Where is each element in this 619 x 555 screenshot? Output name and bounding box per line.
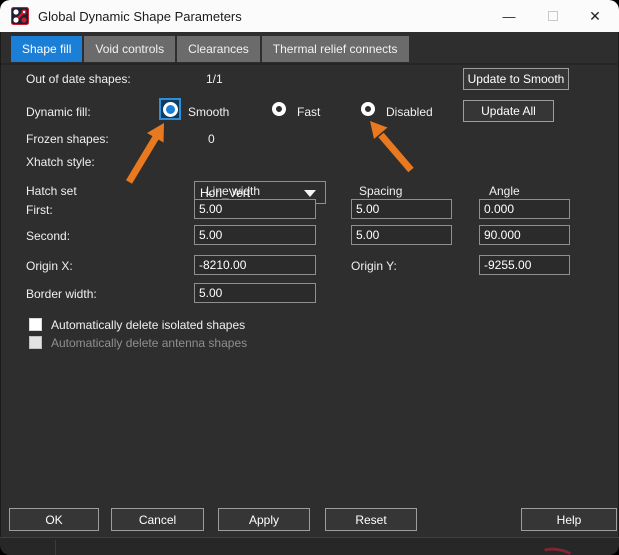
radio-disabled[interactable] (357, 98, 379, 120)
out-of-date-shapes-value: 1/1 (206, 72, 223, 86)
first-row-label: First: (26, 203, 53, 217)
col-header-line-width: Line width (206, 184, 260, 198)
delete-isolated-shapes-label[interactable]: Automatically delete isolated shapes (51, 318, 245, 332)
maximize-button (531, 0, 575, 32)
apply-button[interactable]: Apply (218, 508, 310, 531)
radio-disabled-label[interactable]: Disabled (386, 105, 433, 119)
ok-button[interactable]: OK (9, 508, 99, 531)
update-all-button[interactable]: Update All (463, 100, 554, 122)
first-line-width-input[interactable] (194, 199, 316, 219)
update-to-smooth-button[interactable]: Update to Smooth (463, 68, 569, 90)
origin-y-input[interactable] (479, 255, 570, 275)
second-angle-input[interactable] (479, 225, 570, 245)
radio-smooth-dot (163, 102, 178, 117)
statusbar-divider (55, 540, 56, 555)
radio-fast[interactable] (268, 98, 290, 120)
origin-y-label: Origin Y: (351, 259, 397, 273)
minimize-button[interactable]: — (487, 0, 531, 32)
hatch-set-label: Hatch set (26, 184, 77, 198)
delete-antenna-shapes-checkbox (29, 336, 42, 349)
second-row-label: Second: (26, 229, 70, 243)
first-spacing-input[interactable] (351, 199, 452, 219)
col-header-angle: Angle (489, 184, 520, 198)
border-width-input[interactable] (194, 283, 316, 303)
reset-button[interactable]: Reset (325, 508, 417, 531)
tab-thermal-relief-connects[interactable]: Thermal relief connects (262, 36, 409, 62)
second-spacing-input[interactable] (351, 225, 452, 245)
border-width-label: Border width: (26, 287, 97, 301)
help-button[interactable]: Help (521, 508, 617, 531)
first-angle-input[interactable] (479, 199, 570, 219)
out-of-date-shapes-label: Out of date shapes: (26, 72, 131, 86)
tab-void-controls[interactable]: Void controls (84, 36, 175, 62)
frozen-shapes-value: 0 (208, 132, 215, 146)
tab-clearances[interactable]: Clearances (177, 36, 260, 62)
tab-underline (1, 63, 618, 65)
xhatch-style-label: Xhatch style: (26, 155, 95, 169)
background-red-trace (539, 546, 575, 555)
origin-x-label: Origin X: (26, 259, 73, 273)
app-shape-icon (11, 7, 29, 25)
dynamic-fill-label: Dynamic fill: (26, 105, 91, 119)
window-titlebar: Global Dynamic Shape Parameters — ✕ (0, 0, 619, 32)
radio-smooth[interactable] (159, 98, 181, 120)
radio-smooth-label[interactable]: Smooth (188, 105, 229, 119)
frozen-shapes-label: Frozen shapes: (26, 132, 109, 146)
second-line-width-input[interactable] (194, 225, 316, 245)
delete-antenna-shapes-label: Automatically delete antenna shapes (51, 336, 247, 350)
tab-shape-fill[interactable]: Shape fill (11, 36, 82, 62)
cancel-button[interactable]: Cancel (111, 508, 204, 531)
tab-bar: Shape fill Void controls Clearances Ther… (11, 36, 409, 62)
dialog-body: Shape fill Void controls Clearances Ther… (0, 32, 619, 537)
col-header-spacing: Spacing (359, 184, 402, 198)
close-button[interactable]: ✕ (573, 0, 617, 32)
maximize-icon (548, 11, 558, 21)
chevron-down-icon (304, 190, 316, 197)
radio-fast-label[interactable]: Fast (297, 105, 320, 119)
background-app-statusbar (0, 537, 619, 555)
window-title: Global Dynamic Shape Parameters (38, 9, 242, 24)
origin-x-input[interactable] (194, 255, 316, 275)
screenshot-root: Global Dynamic Shape Parameters — ✕ Shap… (0, 0, 619, 555)
radio-fast-dot (272, 102, 286, 116)
radio-disabled-dot (361, 102, 375, 116)
delete-isolated-shapes-checkbox[interactable] (29, 318, 42, 331)
